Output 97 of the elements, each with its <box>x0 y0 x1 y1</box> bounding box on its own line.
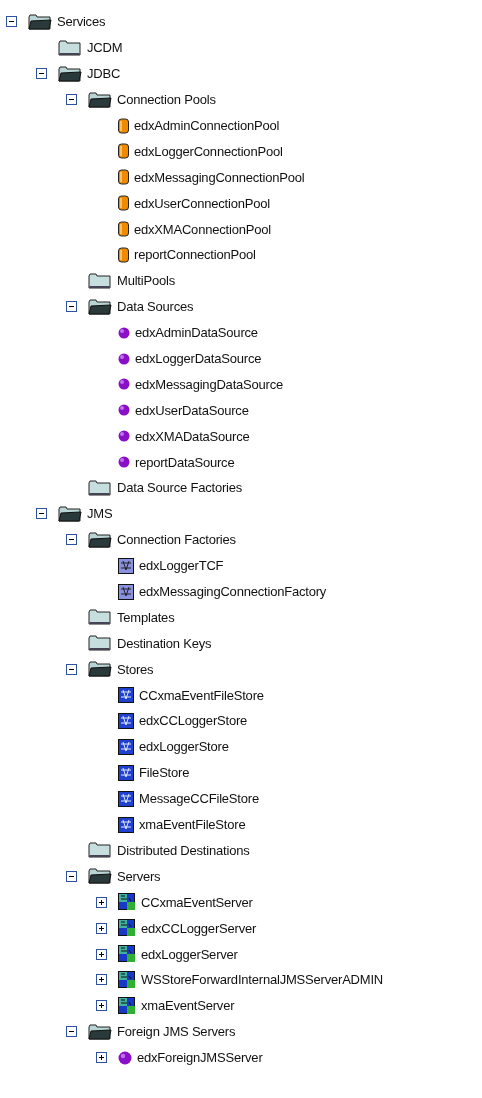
expand-toggle[interactable] <box>96 1000 107 1012</box>
server-icon <box>118 919 136 938</box>
sphere-icon <box>118 430 130 443</box>
open-folder-icon <box>88 298 112 315</box>
collapse-toggle[interactable] <box>36 68 47 80</box>
database-icon <box>118 169 129 186</box>
network-icon <box>118 738 134 755</box>
folder-icon <box>88 842 112 859</box>
open-folder-icon <box>88 1023 112 1040</box>
database-icon <box>118 195 129 212</box>
network-icon <box>118 687 134 704</box>
tree-item-label[interactable]: edxLoggerConnectionPool <box>134 143 283 159</box>
tree-item-label[interactable]: edxForeignJMSServer <box>137 1050 263 1066</box>
tree-item-label[interactable]: edxUserConnectionPool <box>134 195 270 211</box>
sphere-icon <box>118 378 130 391</box>
server-icon <box>118 945 136 963</box>
tree-item-label[interactable]: edxLoggerTCF <box>139 558 224 574</box>
server-icon <box>118 970 136 989</box>
tree-item-label[interactable]: edxLoggerDataSource <box>135 351 262 366</box>
database-icon <box>118 246 129 263</box>
network-icon <box>118 816 134 833</box>
collapse-toggle[interactable] <box>66 94 77 106</box>
network-icon <box>118 583 134 600</box>
sphere-icon <box>118 456 130 469</box>
sphere-icon <box>118 1050 132 1065</box>
tree-item-label[interactable]: Templates <box>117 609 175 625</box>
tree-item-label[interactable]: edxMessagingConnectionFactory <box>139 584 327 600</box>
collapse-toggle[interactable] <box>66 534 77 546</box>
network-icon <box>118 764 134 781</box>
open-folder-icon <box>58 505 82 522</box>
tree-item-label[interactable]: edxAdminConnectionPool <box>134 118 280 133</box>
tree-item-label[interactable]: Services <box>57 14 106 30</box>
tree-item-label[interactable]: edxMessagingDataSource <box>135 376 284 392</box>
database-icon <box>118 117 129 134</box>
collapse-toggle[interactable] <box>66 301 77 313</box>
tree-item-label[interactable]: Connection Factories <box>117 532 236 548</box>
open-folder-icon <box>88 661 112 678</box>
tree-item-label[interactable]: edxLoggerStore <box>139 739 229 755</box>
tree-item-label[interactable]: edxCCLoggerServer <box>141 920 257 936</box>
tree-item-label[interactable]: Servers <box>117 868 161 884</box>
tree-item-label[interactable]: edxXMADataSource <box>135 428 250 444</box>
expand-toggle[interactable] <box>96 896 107 908</box>
folder-icon <box>88 272 112 289</box>
tree-item-label[interactable]: edxAdminDataSource <box>135 325 258 341</box>
tree-item-label[interactable]: MessageCCFileStore <box>139 791 259 807</box>
tree-item-label[interactable]: Connection Pools <box>117 92 216 108</box>
database-icon <box>118 221 129 238</box>
expand-toggle[interactable] <box>96 974 107 986</box>
server-icon <box>118 996 136 1015</box>
tree-item-label[interactable]: FileStore <box>139 765 190 781</box>
sphere-icon <box>118 404 130 417</box>
tree-item-label[interactable]: Distributed Destinations <box>117 842 250 858</box>
expand-toggle[interactable] <box>96 948 107 960</box>
network-icon <box>118 557 134 574</box>
tree-item-label[interactable]: edxUserDataSource <box>135 402 249 418</box>
collapse-toggle[interactable] <box>66 870 77 882</box>
tree-item-label[interactable]: Foreign JMS Servers <box>117 1024 236 1040</box>
tree-item-label[interactable]: Data Sources <box>117 299 194 315</box>
tree-item-label[interactable]: JDBC <box>87 66 121 82</box>
tree-item-label[interactable]: Data Source Factories <box>117 480 243 496</box>
open-folder-icon <box>28 13 52 30</box>
folder-icon <box>88 479 112 496</box>
folder-icon <box>58 39 82 56</box>
tree-item-label[interactable]: edxMessagingConnectionPool <box>134 169 305 185</box>
tree-item-label[interactable]: edxXMAConnectionPool <box>134 221 271 237</box>
tree-item-label[interactable]: Destination Keys <box>117 635 212 651</box>
tree-item-label[interactable]: edxLoggerServer <box>141 946 238 962</box>
folder-icon <box>88 609 112 626</box>
expand-toggle[interactable] <box>96 922 107 934</box>
network-icon <box>118 790 134 807</box>
open-folder-icon <box>58 65 82 82</box>
tree-item-label[interactable]: CCxmaEventServer <box>141 894 253 910</box>
open-folder-icon <box>88 531 112 548</box>
collapse-toggle[interactable] <box>36 508 47 520</box>
tree-item-label[interactable]: CCxmaEventFileStore <box>139 687 264 703</box>
server-icon <box>118 893 136 912</box>
collapse-toggle[interactable] <box>66 663 77 675</box>
open-folder-icon <box>88 868 112 885</box>
tree-item-label[interactable]: reportConnectionPool <box>134 247 256 263</box>
network-icon <box>118 713 134 729</box>
collapse-toggle[interactable] <box>6 16 17 28</box>
tree-item-label[interactable]: xmaEventFileStore <box>139 817 246 833</box>
tree-item-label[interactable]: WSStoreForwardInternalJMSServerADMIN <box>141 972 384 988</box>
sphere-icon <box>118 352 130 365</box>
tree-item-label[interactable]: JCDM <box>87 40 123 56</box>
database-icon <box>118 143 129 160</box>
sphere-icon <box>118 326 130 339</box>
tree-item-label[interactable]: Stores <box>117 661 154 677</box>
folder-icon <box>88 635 112 652</box>
collapse-toggle[interactable] <box>66 1026 77 1038</box>
tree-item-label[interactable]: reportDataSource <box>135 454 235 470</box>
open-folder-icon <box>88 91 112 108</box>
tree-item-label[interactable]: xmaEventServer <box>141 998 235 1014</box>
tree-item-label[interactable]: edxCCLoggerStore <box>139 713 248 729</box>
expand-toggle[interactable] <box>96 1052 107 1064</box>
tree-item-label[interactable]: MultiPools <box>117 273 175 289</box>
tree-item-label[interactable]: JMS <box>87 506 113 522</box>
